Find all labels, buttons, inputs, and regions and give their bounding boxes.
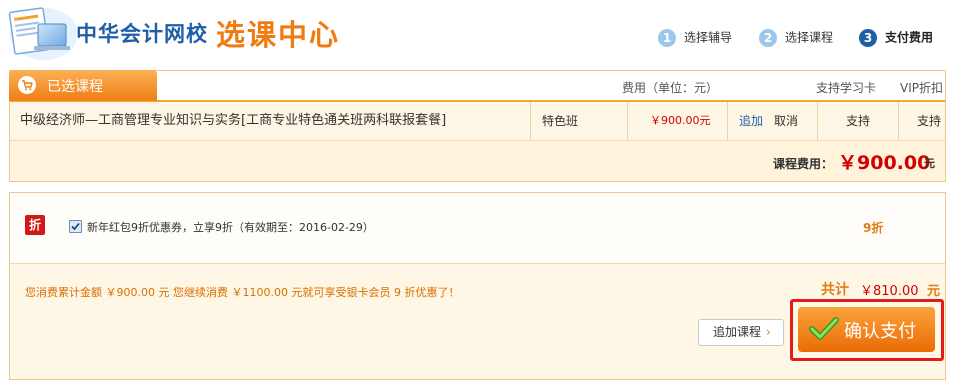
column-divider [530, 102, 531, 140]
step-number: 2 [759, 28, 777, 47]
membership-promo-text: 您消费累计金额 ￥900.00 元 您继续消费 ￥1100.00 元就可享受银卡… [25, 286, 460, 299]
coupon-description: 新年红包9折优惠券，立享9折（有效期至：2016-02-29） [87, 221, 374, 234]
cancel-course-link[interactable]: 取消 [774, 102, 798, 140]
total-area: 您消费累计金额 ￥900.00 元 您继续消费 ￥1100.00 元就可享受银卡… [10, 264, 945, 379]
chevron-right-icon: › [766, 325, 771, 339]
add-course-button[interactable]: 追加课程 › [698, 319, 784, 346]
column-divider [727, 102, 728, 140]
total-unit: 元 [927, 284, 941, 299]
step-1: 1 选择辅导 [658, 27, 732, 47]
vip-support-value: 支持 [917, 114, 942, 128]
discount-badge: 折 [25, 215, 45, 235]
course-price: ￥900.00元 [650, 114, 711, 127]
step-2: 2 选择课程 [759, 27, 833, 47]
course-fee-row: 课程费用： ￥900.00 元 [10, 141, 945, 181]
course-fee-label: 课程费用： [773, 157, 834, 171]
logo-image [4, 2, 78, 62]
column-header-card: 支持学习卡 [816, 81, 877, 95]
brand-name: 中华会计网校 [76, 22, 208, 46]
total-value: ￥810.00 [860, 284, 919, 299]
course-row: 中级经济师—工商管理专业知识与实务[工商专业特色通关班两科联报套餐] 特色班 ￥… [10, 102, 945, 141]
add-course-button-label: 追加课程 [713, 325, 762, 339]
confirm-payment-highlight: 确认支付 [790, 299, 944, 361]
coupon-rate: 9折 [863, 221, 884, 235]
total-label: 共计 [821, 282, 849, 298]
step-3-active: 3 支付费用 [859, 27, 933, 47]
payment-panel: 折 新年红包9折优惠券，立享9折（有效期至：2016-02-29） 9折 您消费… [9, 192, 946, 380]
course-fee-value: ￥900.00 [838, 152, 931, 174]
step-label: 选择辅导 [684, 30, 733, 45]
column-header-vip: VIP折扣 [900, 81, 943, 95]
course-name: 中级经济师—工商管理专业知识与实务[工商专业特色通关班两科联报套餐] [20, 113, 447, 128]
confirm-payment-button[interactable]: 确认支付 [798, 307, 935, 352]
column-divider [898, 102, 899, 140]
coupon-row: 折 新年红包9折优惠券，立享9折（有效期至：2016-02-29） 9折 [10, 193, 945, 264]
add-course-link[interactable]: 追加 [739, 102, 763, 140]
tab-label: 已选课程 [47, 79, 103, 95]
header: 中华会计网校 选课中心 1 选择辅导 2 选择课程 3 支付费用 [0, 0, 970, 66]
card-support-value: 支持 [846, 114, 871, 128]
checkmark-icon [809, 317, 839, 340]
cart-icon [18, 76, 36, 94]
column-divider [817, 102, 818, 140]
step-number: 3 [859, 28, 877, 47]
column-divider [627, 102, 628, 140]
step-label: 支付费用 [885, 30, 934, 45]
page-title: 选课中心 [216, 18, 341, 52]
column-header-fee: 费用（单位：元） [622, 81, 719, 95]
coupon-checkbox[interactable] [69, 220, 82, 233]
tab-selected-courses: 已选课程 [9, 70, 157, 101]
selected-course-header: 已选课程 费用（单位：元） 支持学习卡 VIP折扣 [9, 70, 945, 102]
step-number: 1 [658, 28, 676, 47]
course-type: 特色班 [542, 114, 579, 128]
selected-course-panel: 已选课程 费用（单位：元） 支持学习卡 VIP折扣 中级经济师—工商管理专业知识… [9, 70, 946, 182]
course-fee-unit: 元 [924, 157, 935, 170]
step-label: 选择课程 [785, 30, 834, 45]
confirm-payment-label: 确认支付 [844, 321, 916, 342]
